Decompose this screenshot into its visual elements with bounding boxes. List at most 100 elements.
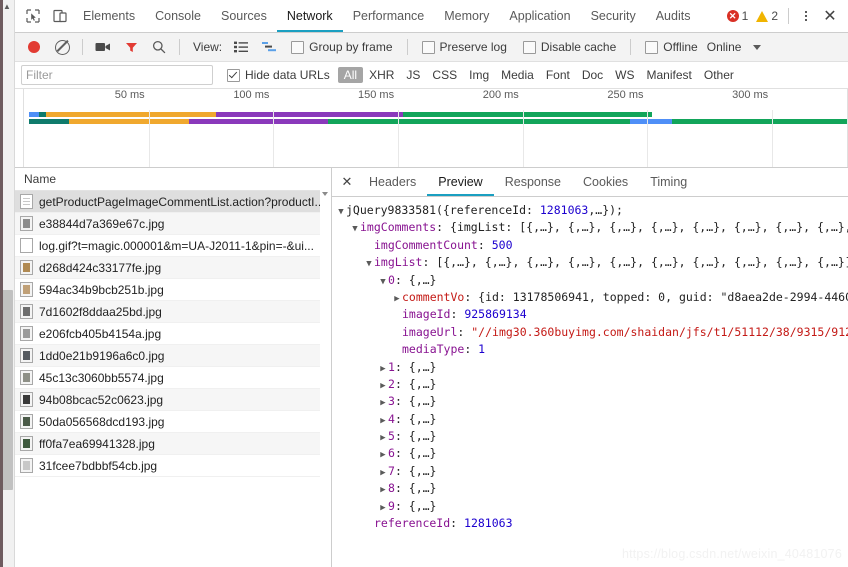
request-row[interactable]: 594ac34b9bcb251b.jpg <box>15 279 331 301</box>
close-icon[interactable]: ✕ <box>818 4 842 28</box>
network-overview-timeline[interactable]: 50 ms 100 ms 150 ms 200 ms 250 ms 300 ms <box>15 89 848 168</box>
request-row[interactable]: 1dd0e21b9196a6c0.jpg <box>15 345 331 367</box>
request-row[interactable]: e206fcb405b4154a.jpg <box>15 323 331 345</box>
group-by-frame-checkbox[interactable]: Group by frame <box>284 40 399 54</box>
search-icon[interactable] <box>146 34 172 60</box>
expand-triangle-right-icon[interactable] <box>378 465 388 480</box>
filter-input[interactable] <box>21 65 213 85</box>
type-filter-media[interactable]: Media <box>495 67 540 83</box>
type-filter-manifest[interactable]: Manifest <box>641 67 698 83</box>
expand-triangle-right-icon[interactable] <box>392 291 402 306</box>
waterfall-view-icon[interactable] <box>256 34 282 60</box>
tab-memory[interactable]: Memory <box>434 1 499 32</box>
type-filter-xhr[interactable]: XHR <box>363 67 400 83</box>
json-tree-line[interactable]: 5: {,…} <box>336 428 848 445</box>
json-tree-line[interactable]: imageUrl: "//img30.360buyimg.com/shaidan… <box>336 324 848 341</box>
error-badge[interactable]: ✕ 1 <box>724 9 752 23</box>
json-tree-line[interactable]: imageId: 925869134 <box>336 306 848 323</box>
throttle-value[interactable]: Online <box>707 40 742 54</box>
json-tree-line[interactable]: 6: {,…} <box>336 445 848 462</box>
request-row[interactable]: log.gif?t=magic.000001&m=UA-J2011-1&pin=… <box>15 235 331 257</box>
json-tree-line[interactable]: imgList: [{,…}, {,…}, {,…}, {,…}, {,…}, … <box>336 254 848 271</box>
request-list-scrollbar[interactable] <box>320 190 331 567</box>
expand-triangle-right-icon[interactable] <box>378 413 388 428</box>
request-row[interactable]: ff0fa7ea69941328.jpg <box>15 433 331 455</box>
offline-checkbox[interactable]: Offline <box>638 40 704 54</box>
tab-timing[interactable]: Timing <box>639 169 698 196</box>
expand-triangle-down-icon[interactable] <box>336 204 346 219</box>
expand-triangle-right-icon[interactable] <box>378 430 388 445</box>
expand-triangle-down-icon[interactable] <box>350 221 360 236</box>
column-header-name[interactable]: Name <box>24 172 56 186</box>
record-icon[interactable] <box>21 34 47 60</box>
expand-triangle-right-icon[interactable] <box>378 395 388 410</box>
tab-preview[interactable]: Preview <box>427 169 493 196</box>
json-tree-line[interactable]: 7: {,…} <box>336 463 848 480</box>
expand-triangle-right-icon[interactable] <box>378 378 388 393</box>
hide-data-urls-checkbox[interactable]: Hide data URLs <box>227 68 330 82</box>
tab-network[interactable]: Network <box>277 1 343 32</box>
expand-triangle-right-icon[interactable] <box>378 361 388 376</box>
expand-triangle-down-icon[interactable] <box>378 274 388 289</box>
type-filter-font[interactable]: Font <box>540 67 576 83</box>
type-filter-other[interactable]: Other <box>698 67 740 83</box>
json-tree-line[interactable]: 3: {,…} <box>336 393 848 410</box>
expand-triangle-right-icon[interactable] <box>378 447 388 462</box>
expand-triangle-down-icon[interactable] <box>364 256 374 271</box>
type-filter-doc[interactable]: Doc <box>576 67 609 83</box>
json-tree-line[interactable]: 4: {,…} <box>336 411 848 428</box>
type-filter-css[interactable]: CSS <box>426 67 463 83</box>
tab-audits[interactable]: Audits <box>646 1 701 32</box>
request-row[interactable]: 7d1602f8ddaa25bd.jpg <box>15 301 331 323</box>
camera-icon[interactable] <box>90 34 116 60</box>
type-filter-js[interactable]: JS <box>400 67 426 83</box>
tab-elements[interactable]: Elements <box>73 1 145 32</box>
disable-cache-checkbox[interactable]: Disable cache <box>516 40 623 54</box>
tab-console[interactable]: Console <box>145 1 211 32</box>
group-by-frame-box[interactable] <box>291 40 305 54</box>
json-tree-line[interactable]: imgCommentCount: 500 <box>336 237 848 254</box>
preserve-log-checkbox[interactable]: Preserve log <box>415 40 514 54</box>
kebab-menu-icon[interactable] <box>796 5 816 27</box>
expand-triangle-right-icon[interactable] <box>378 482 388 497</box>
clear-icon[interactable] <box>49 34 75 60</box>
request-row[interactable]: 94b08bcac52c0623.jpg <box>15 389 331 411</box>
request-row[interactable]: 31fcee7bdbbf54cb.jpg <box>15 455 331 477</box>
chevron-down-icon[interactable] <box>753 44 762 50</box>
json-tree-line[interactable]: jQuery9833581({referenceId: 1281063,…}); <box>336 202 848 219</box>
json-tree-line[interactable]: mediaType: 1 <box>336 341 848 358</box>
offline-box[interactable] <box>645 40 659 54</box>
request-row[interactable]: d268d424c33177fe.jpg <box>15 257 331 279</box>
device-toolbar-icon[interactable] <box>46 3 73 29</box>
json-tree-line[interactable]: 0: {,…} <box>336 272 848 289</box>
scroll-up-arrow-icon[interactable] <box>322 192 328 196</box>
hide-data-urls-box[interactable] <box>227 68 240 82</box>
request-row[interactable]: getProductPageImageCommentList.action?pr… <box>15 191 331 213</box>
inspect-element-icon[interactable] <box>19 3 46 29</box>
type-filter-all[interactable]: All <box>337 67 364 83</box>
tab-security[interactable]: Security <box>581 1 646 32</box>
tab-cookies[interactable]: Cookies <box>572 169 639 196</box>
type-filter-ws[interactable]: WS <box>609 67 640 83</box>
tab-sources[interactable]: Sources <box>211 1 277 32</box>
funnel-icon[interactable] <box>118 34 144 60</box>
json-tree-line[interactable]: 2: {,…} <box>336 376 848 393</box>
json-tree-line[interactable]: imgComments: {imgList: [{,…}, {,…}, {,…}… <box>336 219 848 236</box>
tab-headers[interactable]: Headers <box>358 169 427 196</box>
json-tree-line[interactable]: 8: {,…} <box>336 480 848 497</box>
request-row[interactable]: 50da056568dcd193.jpg <box>15 411 331 433</box>
warning-badge[interactable]: 2 <box>753 9 781 23</box>
json-tree-line[interactable]: commentVo: {id: 13178506941, topped: 0, … <box>336 289 848 306</box>
request-row[interactable]: e38844d7a369e67c.jpg <box>15 213 331 235</box>
request-list[interactable]: getProductPageImageCommentList.action?pr… <box>15 191 331 567</box>
json-preview-tree[interactable]: jQuery9833581({referenceId: 1281063,…});… <box>332 197 848 567</box>
tab-response[interactable]: Response <box>494 169 572 196</box>
close-details-icon[interactable]: ✕ <box>336 169 358 195</box>
tab-application[interactable]: Application <box>499 1 580 32</box>
list-view-icon[interactable] <box>228 34 254 60</box>
json-tree-line[interactable]: 1: {,…} <box>336 359 848 376</box>
json-tree-line[interactable]: 9: {,…} <box>336 498 848 515</box>
json-tree-line[interactable]: referenceId: 1281063 <box>336 515 848 532</box>
type-filter-img[interactable]: Img <box>463 67 495 83</box>
tab-performance[interactable]: Performance <box>343 1 435 32</box>
